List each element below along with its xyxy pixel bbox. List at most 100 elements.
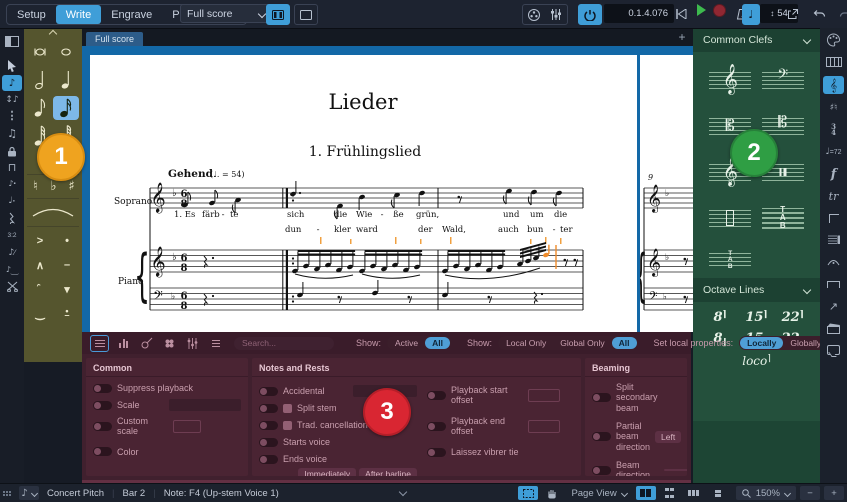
key-signature-flat[interactable]: ♭ bbox=[172, 252, 177, 263]
key-signature-flat[interactable]: ♭ bbox=[171, 292, 175, 302]
add-tab-button[interactable]: + bbox=[675, 30, 689, 44]
grace-note-icon[interactable]: ♪▪ bbox=[0, 175, 24, 193]
duration-whole[interactable] bbox=[53, 40, 79, 64]
mode-engrave[interactable]: Engrave bbox=[101, 5, 162, 24]
show-all-option[interactable]: All bbox=[425, 337, 450, 349]
trad-cancellation-checkbox[interactable] bbox=[283, 421, 292, 430]
toggle-playback-end-offset[interactable] bbox=[427, 422, 446, 431]
filters-tab-icon[interactable] bbox=[184, 336, 201, 351]
selected-note[interactable] bbox=[542, 245, 556, 269]
toggle-trad-cancellation[interactable] bbox=[259, 421, 278, 430]
grid-tab-icon[interactable] bbox=[161, 336, 178, 351]
clef-unpitched-button[interactable] bbox=[707, 200, 754, 236]
repeat-endings-icon[interactable] bbox=[820, 274, 847, 294]
mode-write[interactable]: Write bbox=[56, 5, 101, 24]
vertical-strip-button[interactable] bbox=[708, 486, 728, 500]
lines-icon[interactable]: ↗ bbox=[820, 296, 847, 316]
chord-tool-icon[interactable]: ⋮ bbox=[0, 107, 24, 125]
ornaments-icon[interactable]: tr bbox=[820, 186, 847, 206]
bass-clef[interactable]: 𝄢 bbox=[153, 288, 163, 306]
natural-button[interactable]: ♮ bbox=[27, 176, 44, 196]
toggle-partial-beam-direction[interactable] bbox=[592, 432, 611, 441]
soft-accent-button[interactable]: ˆ bbox=[27, 278, 53, 300]
custom-scale-input[interactable] bbox=[173, 420, 201, 433]
octave-8va-button[interactable]: 8⌉ bbox=[703, 310, 737, 325]
staccatissimo-button[interactable]: ▾ bbox=[54, 278, 80, 300]
properties-tab-icon[interactable] bbox=[90, 335, 109, 352]
toggle-playback-start-offset[interactable] bbox=[427, 391, 446, 400]
locally-option[interactable]: Locally bbox=[740, 337, 783, 349]
scroll-up-chevron[interactable] bbox=[24, 30, 82, 38]
single-window-button[interactable] bbox=[294, 4, 318, 25]
keyboard-icon[interactable] bbox=[820, 52, 847, 72]
list-options-icon[interactable] bbox=[207, 336, 224, 351]
music-notation[interactable]: 9 𝄞 ♭ { 𝄞 ♭ 𝄢 ♭ bbox=[640, 55, 693, 332]
playing-techniques-icon[interactable] bbox=[820, 318, 847, 338]
piano-treble-staff[interactable]: 𝄞 ♭ 6 8 bbox=[150, 242, 583, 279]
rhythmic-grid-select[interactable]: ♪ bbox=[19, 486, 39, 500]
marcato-button[interactable]: ∧ bbox=[27, 254, 53, 276]
duration-quarter[interactable] bbox=[53, 68, 79, 92]
brackets-icon[interactable] bbox=[820, 208, 847, 228]
time-signatures-icon[interactable]: 34 bbox=[820, 120, 847, 140]
toggle-custom-scale[interactable] bbox=[93, 422, 112, 431]
select-tool-icon[interactable] bbox=[0, 57, 24, 75]
search-input[interactable] bbox=[234, 337, 334, 350]
tuplet-icon[interactable]: 3:2 bbox=[0, 227, 24, 245]
common-clefs-header[interactable]: Common Clefs bbox=[693, 28, 820, 52]
portato-button[interactable]: •– bbox=[54, 302, 80, 324]
grid-view-button[interactable] bbox=[660, 486, 680, 500]
treble-clef[interactable]: 𝄞 bbox=[150, 182, 165, 214]
dotted-note-icon[interactable]: ♩· bbox=[0, 192, 24, 210]
clef-bass-button[interactable]: 𝄢 bbox=[760, 62, 807, 98]
duration-sixteenth[interactable] bbox=[53, 96, 79, 120]
scope-all-option[interactable]: All bbox=[612, 337, 637, 349]
mode-setup[interactable]: Setup bbox=[7, 5, 56, 24]
score-title[interactable]: Lieder bbox=[329, 90, 399, 114]
key-signatures-icon[interactable]: ♯♮ bbox=[820, 98, 847, 118]
instrument-tab-icon[interactable] bbox=[138, 336, 155, 351]
export-icon[interactable] bbox=[784, 4, 802, 23]
panels-layout-button[interactable] bbox=[266, 4, 290, 25]
partial-beam-left-button[interactable]: Left bbox=[655, 431, 681, 443]
key-signature-flat[interactable]: ♭ bbox=[172, 188, 177, 199]
toggle-laissez-vibrer-tie[interactable] bbox=[427, 448, 446, 457]
score-page-1[interactable]: Lieder 1. Frühlingslied Gehend (♩. = 54)… bbox=[90, 55, 637, 332]
redo-icon[interactable] bbox=[836, 4, 847, 23]
mixer-icon[interactable] bbox=[547, 5, 565, 24]
collapse-panel-chevron[interactable] bbox=[399, 488, 407, 496]
octave-22ma-button[interactable]: 22⌉ bbox=[776, 310, 810, 325]
toggle-split-stem[interactable] bbox=[259, 404, 278, 413]
tempo-panel-icon[interactable]: ♩=72 bbox=[820, 142, 847, 162]
clef-treble-button[interactable]: 𝄞 bbox=[707, 62, 754, 98]
playback-start-offset-input[interactable] bbox=[528, 389, 560, 402]
tempo-note-button[interactable]: ♩ bbox=[742, 4, 760, 25]
clef-tab-large-button[interactable]: TAB bbox=[760, 200, 807, 236]
grace-slash-icon[interactable]: ♪∕ bbox=[0, 244, 24, 262]
toggle-suppress-playback[interactable] bbox=[93, 384, 112, 393]
slur-button[interactable] bbox=[27, 202, 79, 224]
clef-tab-small-button[interactable]: TAB bbox=[707, 246, 754, 272]
play-button[interactable] bbox=[697, 4, 706, 16]
tempo-marking[interactable]: Gehend bbox=[168, 168, 214, 180]
mixer-tab-icon[interactable] bbox=[115, 336, 132, 351]
concert-pitch-label[interactable]: Concert Pitch bbox=[47, 488, 104, 499]
ends-voice-immediately-button[interactable]: Immediately bbox=[298, 468, 356, 476]
hand-tool-button[interactable] bbox=[542, 486, 562, 500]
record-button[interactable] bbox=[713, 4, 726, 17]
toggle-ends-voice[interactable] bbox=[259, 455, 278, 464]
loco-button[interactable]: loco⌉ bbox=[693, 350, 820, 372]
toggle-beam-direction[interactable] bbox=[592, 466, 611, 475]
holds-fermata-icon[interactable] bbox=[820, 252, 847, 272]
spread-view-button[interactable] bbox=[636, 486, 656, 500]
staccato-button[interactable]: • bbox=[54, 230, 80, 252]
view-mode-select[interactable]: Page View bbox=[566, 486, 631, 500]
video-icon[interactable] bbox=[525, 5, 543, 24]
duration-half[interactable] bbox=[27, 68, 53, 92]
zoom-in-button[interactable]: + bbox=[824, 486, 844, 500]
scissors-icon[interactable] bbox=[0, 277, 24, 295]
soprano-staff-label[interactable]: Soprano bbox=[114, 197, 152, 207]
octave-15ma-button[interactable]: 15⌉ bbox=[739, 310, 773, 325]
unstress-button[interactable]: ‿ bbox=[27, 302, 53, 324]
lock-duration-icon[interactable] bbox=[0, 142, 24, 160]
